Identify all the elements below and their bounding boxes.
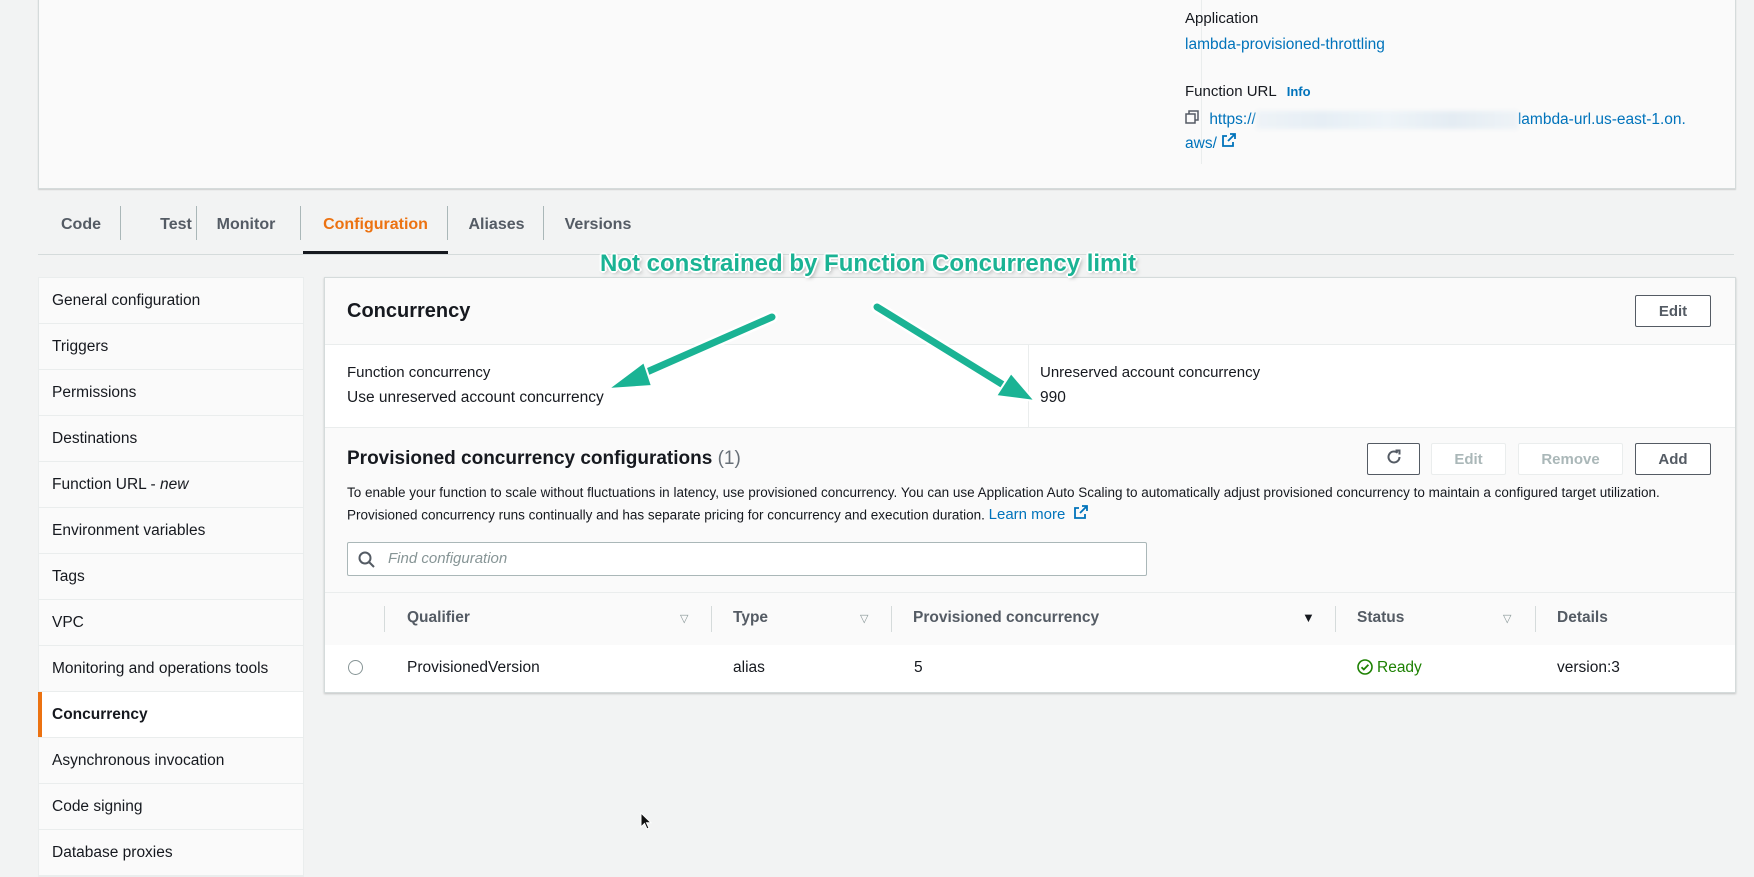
sort-icon[interactable]: ▽ [680, 612, 688, 625]
column-header-type[interactable]: Type [733, 609, 768, 627]
provisioned-description: To enable your function to scale without… [347, 482, 1717, 527]
concurrency-title: Concurrency [347, 300, 471, 322]
column-separator [384, 606, 385, 632]
learn-more-label: Learn more [988, 506, 1066, 524]
sidebar-item-code-signing[interactable]: Code signing [39, 784, 303, 830]
configuration-sidebar: General configuration Triggers Permissio… [38, 277, 304, 877]
add-button[interactable]: Add [1635, 443, 1711, 475]
info-link[interactable]: Info [1287, 84, 1311, 99]
sidebar-item-monitoring[interactable]: Monitoring and operations tools [39, 646, 303, 692]
url-suffix: lambda-url.us-east-1.on. [1517, 111, 1686, 129]
search-input[interactable] [386, 549, 1130, 568]
new-badge: new [159, 475, 189, 493]
function-url-label: Function URL [1185, 83, 1277, 100]
active-tab-indicator [303, 251, 448, 254]
sort-icon[interactable]: ▽ [860, 612, 868, 625]
tab-separator [196, 206, 197, 240]
function-concurrency-label: Function concurrency [347, 364, 491, 381]
copy-icon[interactable] [1185, 108, 1205, 132]
remove-button[interactable]: Remove [1518, 443, 1623, 475]
refresh-icon [1385, 448, 1403, 470]
sidebar-item-permissions[interactable]: Permissions [39, 370, 303, 416]
external-link-icon [1073, 504, 1089, 527]
row-select-radio[interactable] [348, 660, 363, 675]
provisioned-title-text: Provisioned concurrency configurations [347, 448, 713, 469]
mouse-cursor-icon [640, 811, 653, 835]
description-line2: Provisioned concurrency runs continually… [347, 507, 985, 523]
type-cell: alias [733, 659, 765, 676]
tab-configuration[interactable]: Configuration [303, 196, 448, 253]
concurrency-edit-button[interactable]: Edit [1635, 295, 1711, 327]
url-line2: aws/ [1185, 135, 1217, 153]
sidebar-item-label: Function URL - [52, 475, 160, 493]
provisioned-concurrency-cell: 5 [914, 659, 923, 676]
check-circle-icon [1357, 659, 1373, 680]
unreserved-concurrency-value: 990 [1040, 389, 1066, 406]
table-header: Qualifier ▽ Type ▽ Provisioned concurren… [325, 592, 1735, 646]
redacted-url-segment [1255, 111, 1518, 129]
provisioned-title: Provisioned concurrency configurations (… [347, 448, 741, 470]
sidebar-item-database-proxies[interactable]: Database proxies [39, 830, 303, 876]
sidebar-item-general-configuration[interactable]: General configuration [39, 278, 303, 324]
refresh-button[interactable] [1367, 443, 1420, 475]
status-text: Ready [1377, 659, 1422, 676]
sidebar-item-concurrency[interactable]: Concurrency [38, 692, 303, 738]
application-label: Application [1185, 10, 1259, 27]
application-link[interactable]: lambda-provisioned-throttling [1185, 36, 1385, 54]
provisioned-concurrency-section: Provisioned concurrency configurations (… [325, 428, 1735, 691]
tab-code[interactable]: Code [44, 196, 118, 253]
function-url-heading: Function URL Info [1185, 83, 1311, 100]
column-separator [1535, 606, 1536, 632]
sidebar-item-function-url[interactable]: Function URL - new [39, 462, 303, 508]
concurrency-values: Function concurrency Use unreserved acco… [325, 345, 1735, 428]
external-link-icon [1221, 132, 1237, 156]
sidebar-item-environment-variables[interactable]: Environment variables [39, 508, 303, 554]
column-separator [711, 606, 712, 632]
sort-descending-icon[interactable]: ▼ [1302, 610, 1315, 625]
concurrency-header: Concurrency Edit [325, 278, 1735, 345]
column-separator [1335, 606, 1336, 632]
tab-separator [120, 206, 121, 240]
function-tabs: Code Test Monitor Configuration Aliases … [38, 196, 1734, 255]
find-configuration-search[interactable] [347, 542, 1147, 576]
sidebar-item-destinations[interactable]: Destinations [39, 416, 303, 462]
sidebar-item-asynchronous-invocation[interactable]: Asynchronous invocation [39, 738, 303, 784]
column-divider [1028, 345, 1029, 427]
provisioned-count: (1) [717, 448, 741, 469]
column-separator [891, 606, 892, 632]
search-icon [358, 551, 375, 573]
details-cell: version:3 [1557, 659, 1620, 676]
table-row[interactable]: ProvisionedVersion alias 5 Ready version… [325, 645, 1735, 691]
function-url-value: https:// lambda-url.us-east-1.on. aws/ [1185, 108, 1745, 156]
sidebar-item-triggers[interactable]: Triggers [39, 324, 303, 370]
function-concurrency-value: Use unreserved account concurrency [347, 389, 604, 406]
qualifier-link[interactable]: ProvisionedVersion [407, 659, 540, 677]
tab-separator [543, 206, 544, 240]
sidebar-item-tags[interactable]: Tags [39, 554, 303, 600]
sort-icon[interactable]: ▽ [1503, 612, 1511, 625]
concurrency-panel: Concurrency Edit Function concurrency Us… [324, 277, 1736, 693]
column-header-details: Details [1557, 609, 1608, 626]
tab-separator [300, 206, 301, 240]
sidebar-item-vpc[interactable]: VPC [39, 600, 303, 646]
tab-versions[interactable]: Versions [548, 196, 648, 253]
column-header-qualifier[interactable]: Qualifier [407, 609, 470, 627]
column-header-provisioned-concurrency[interactable]: Provisioned concurrency [913, 609, 1099, 627]
provisioned-edit-button[interactable]: Edit [1431, 443, 1506, 475]
column-header-status[interactable]: Status [1357, 609, 1404, 627]
url-prefix: https:// [1209, 111, 1256, 129]
tab-monitor[interactable]: Monitor [200, 196, 292, 253]
annotation-text: Not constrained by Function Concurrency … [600, 250, 1137, 277]
status-cell: Ready [1357, 659, 1422, 680]
function-overview-panel: Application lambda-provisioned-throttlin… [38, 0, 1736, 189]
description-line1: To enable your function to scale without… [347, 485, 1660, 500]
function-url-link[interactable]: https:// lambda-url.us-east-1.on. aws/ [1185, 111, 1686, 152]
unreserved-concurrency-label: Unreserved account concurrency [1040, 364, 1261, 381]
learn-more-link[interactable]: Learn more [988, 505, 1089, 524]
tab-aliases[interactable]: Aliases [448, 196, 545, 253]
